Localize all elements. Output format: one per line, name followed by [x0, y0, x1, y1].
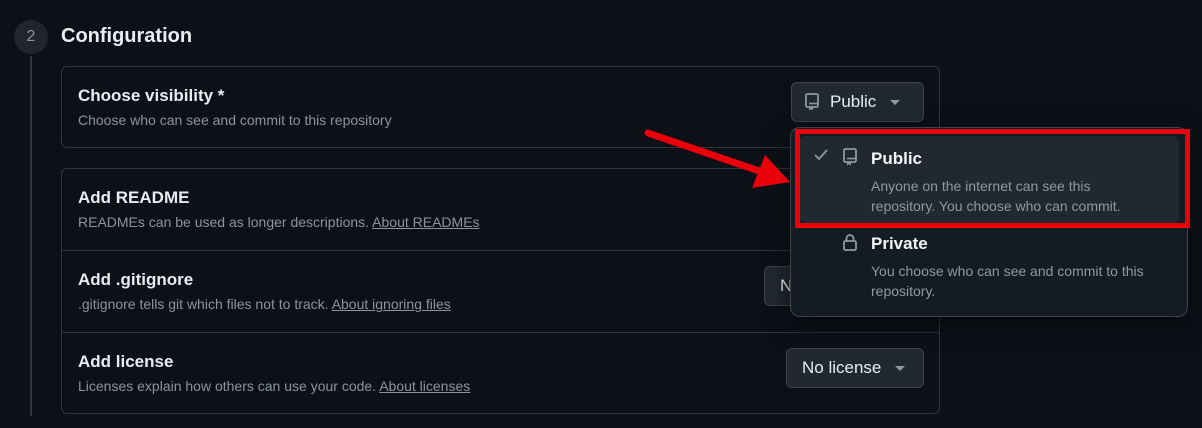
annotation-arrow-icon	[644, 129, 790, 188]
